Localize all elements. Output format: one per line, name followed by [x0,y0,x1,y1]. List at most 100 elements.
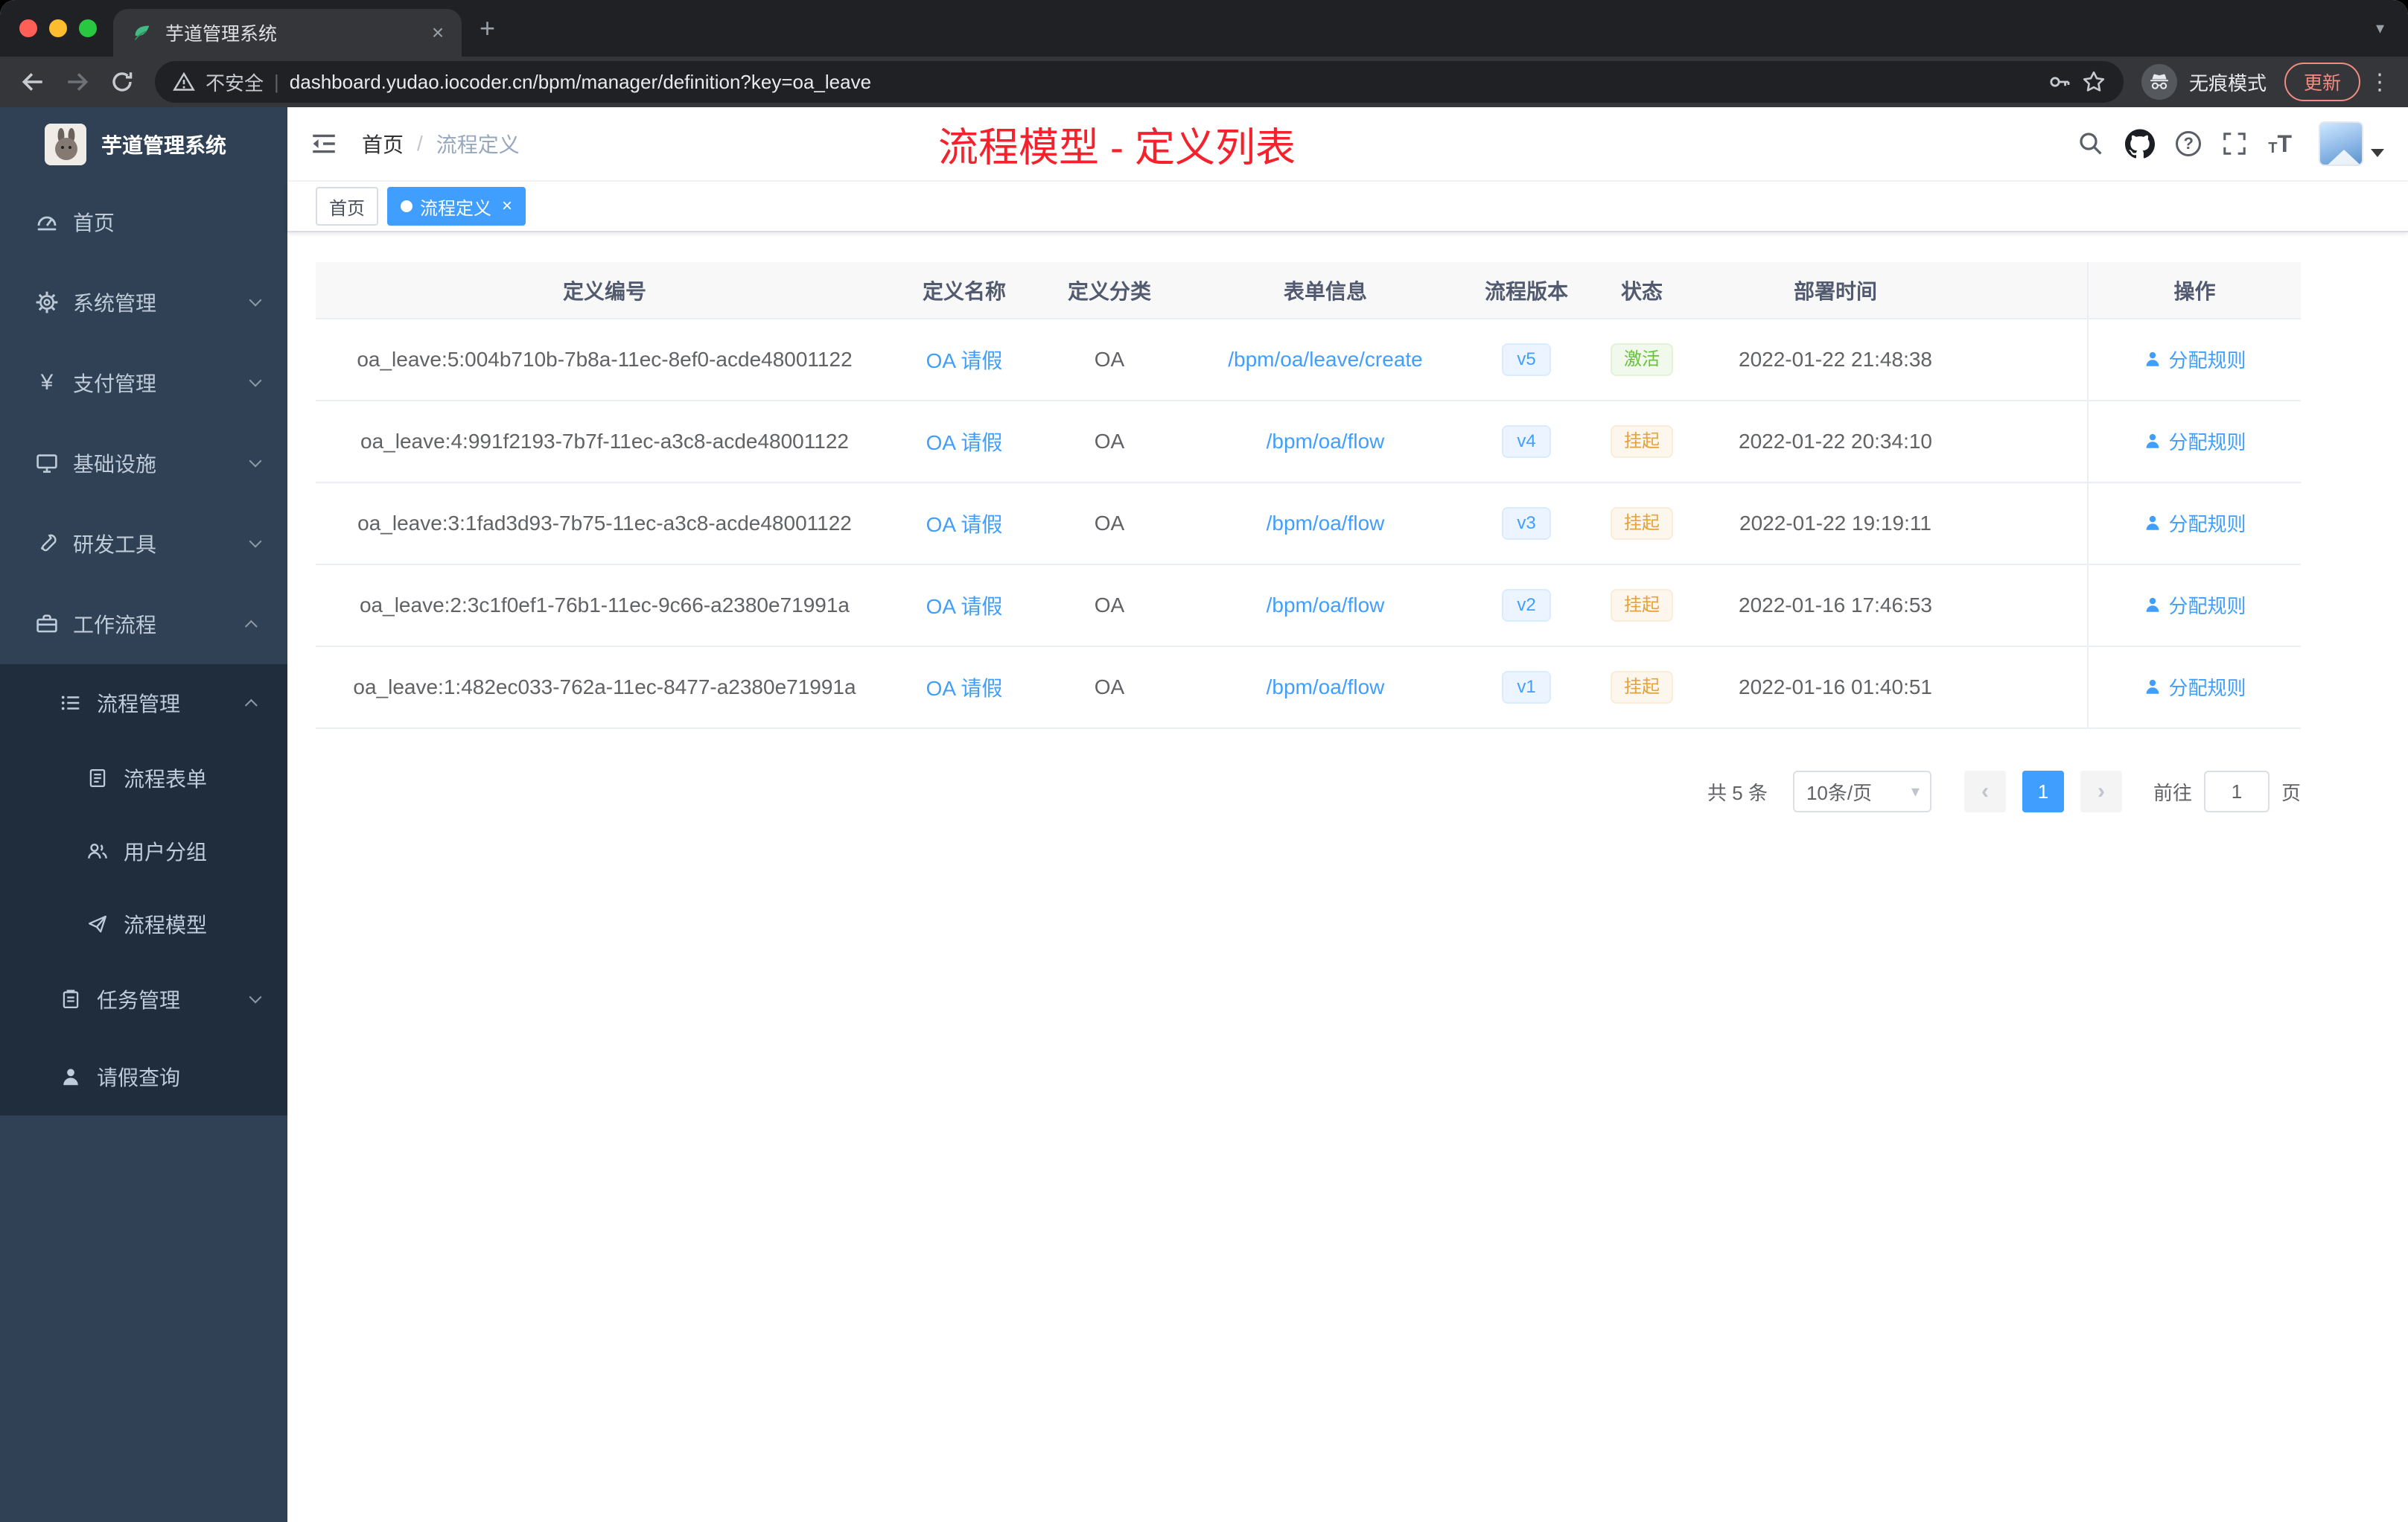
tab-search-icon[interactable]: ▾ [2376,19,2384,38]
col-form-info: 表单信息 [1184,262,1467,319]
reload-button[interactable] [101,61,143,103]
sidebar-item-workflow[interactable]: 工作流程 [0,584,287,664]
chevron-down-icon [248,293,262,307]
incognito-label: 无痕模式 [2188,71,2267,95]
window-minimize-button[interactable] [49,19,67,37]
user-menu[interactable] [2319,121,2384,166]
status-tag: 挂起 [1611,670,1673,704]
cell-status: 挂起 [1586,401,1698,483]
page-annotation: 流程模型 - 定义列表 [938,125,1296,171]
sidebar-item-process-management[interactable]: 流程管理 [0,664,287,742]
form-info-link[interactable]: /bpm/oa/flow [1267,430,1385,453]
current-page-button[interactable]: 1 [2022,771,2064,812]
assign-rule-link[interactable]: 分配规则 [2143,427,2246,455]
table-row: oa_leave:2:3c1f0ef1-76b1-11ec-9c66-a2380… [316,564,2301,647]
window-close-button[interactable] [19,19,37,37]
cell-version: v1 [1467,646,1586,729]
user-icon [2147,516,2159,530]
gear-icon [34,290,60,314]
help-icon[interactable]: ? [2176,131,2202,156]
sidebar-item-task-management[interactable]: 任务管理 [0,961,287,1038]
caret-down-icon [2371,148,2384,157]
definition-name-link[interactable]: OA 请假 [926,349,1003,372]
sidebar-item-infrastructure[interactable]: 基础设施 [0,423,287,503]
form-info-link[interactable]: /bpm/oa/leave/create [1228,348,1423,371]
definition-name-link[interactable]: OA 请假 [926,431,1003,454]
cell-operation: 分配规则 [2087,646,2301,729]
assign-rule-link[interactable]: 分配规则 [2143,673,2246,701]
password-key-icon[interactable] [2048,70,2071,94]
sidebar-item-process-model[interactable]: 流程模型 [0,888,287,961]
bookmark-star-icon[interactable] [2082,70,2106,94]
breadcrumb-home[interactable]: 首页 [362,129,404,159]
security-warning-icon[interactable] [173,71,195,93]
new-tab-button[interactable]: + [480,15,495,42]
definition-name-link[interactable]: OA 请假 [926,513,1003,536]
goto-label: 前往 [2153,781,2192,804]
cell-form-info: /bpm/oa/flow [1184,401,1467,483]
cell-operation: 分配规则 [2087,401,2301,483]
chevron-down-icon [248,454,262,468]
sidebar-item-leave-query[interactable]: 请假查询 [0,1038,287,1115]
app-root: 芋道管理系统 首页 系统管理 ¥ 支付管理 基础设施 研发工具 工作流程 流程管… [0,107,2408,1522]
address-bar[interactable]: 不安全 | dashboard.yudao.iocoder.cn/bpm/man… [155,61,2124,103]
cell-category: OA [1035,483,1184,565]
assign-rule-link[interactable]: 分配规则 [2143,591,2246,619]
fullscreen-icon[interactable] [2222,131,2247,156]
form-info-link[interactable]: /bpm/oa/flow [1267,675,1385,698]
definition-name-link[interactable]: OA 请假 [926,677,1003,700]
definition-name-link[interactable]: OA 请假 [926,595,1003,618]
sidebar-item-process-form[interactable]: 流程表单 [0,742,287,815]
table-row: oa_leave:3:1fad3d93-7b75-11ec-a3c8-acde4… [316,483,2301,565]
list-icon [58,692,83,714]
sidebar-item-payment[interactable]: ¥ 支付管理 [0,343,287,423]
forward-button[interactable] [57,61,98,103]
tab-close-icon[interactable]: × [426,21,450,45]
breadcrumb-separator: / [417,132,423,155]
active-dot-icon [401,200,413,212]
cell-definition-name: OA 请假 [894,564,1035,647]
update-button[interactable]: 更新 [2284,63,2360,101]
cell-version: v3 [1467,483,1586,565]
page-size-select[interactable]: 10条/页 ▾ [1792,771,1931,812]
next-page-button[interactable]: › [2080,771,2122,812]
yen-icon: ¥ [40,370,54,395]
sidebar-item-user-group[interactable]: 用户分组 [0,815,287,888]
workflow-submenu: 流程管理 流程表单 用户分组 流程模型 任务管理 请假查询 [0,664,287,1115]
tag-home[interactable]: 首页 [316,187,378,226]
chevron-down-icon [248,374,262,387]
tag-process-definition[interactable]: 流程定义 × [387,187,526,226]
form-info-link[interactable]: /bpm/oa/flow [1267,593,1385,617]
chevron-down-icon [248,535,262,548]
user-icon [2147,598,2159,612]
window-zoom-button[interactable] [79,19,97,37]
table-row: oa_leave:1:482ec033-762a-11ec-8477-a2380… [316,646,2301,729]
assign-rule-link[interactable]: 分配规则 [2143,509,2246,537]
tag-close-icon[interactable]: × [502,196,512,217]
sidebar-item-home[interactable]: 首页 [0,182,287,262]
sidebar-item-devtools[interactable]: 研发工具 [0,503,287,584]
cell-form-info: /bpm/oa/flow [1184,483,1467,565]
user-avatar[interactable] [2319,121,2363,166]
prev-page-button[interactable]: ‹ [1963,771,2006,812]
search-icon[interactable] [2077,130,2104,157]
browser-menu-icon[interactable]: ⋮ [2363,69,2396,95]
form-info-link[interactable]: /bpm/oa/flow [1267,512,1385,535]
font-size-icon[interactable]: TT [2268,132,2292,156]
goto-page-input[interactable] [2203,771,2270,812]
github-icon[interactable] [2125,129,2156,159]
browser-tab[interactable]: 芋道管理系统 × [113,9,462,57]
dashboard-icon [34,210,60,234]
assign-rule-link[interactable]: 分配规则 [2143,346,2246,373]
cell-status: 挂起 [1586,483,1698,565]
pagination: 共 5 条 10条/页 ▾ ‹ 1 › 前往 页 [316,771,2301,812]
cell-form-info: /bpm/oa/flow [1184,646,1467,729]
col-status: 状态 [1586,262,1698,319]
sidebar-fold-icon[interactable] [310,130,338,158]
cell-status: 挂起 [1586,564,1698,647]
back-button[interactable] [12,61,54,103]
sidebar-item-system[interactable]: 系统管理 [0,262,287,343]
status-tag: 激活 [1611,343,1673,377]
user-icon [2147,434,2159,448]
cell-spacer [1973,646,2088,729]
